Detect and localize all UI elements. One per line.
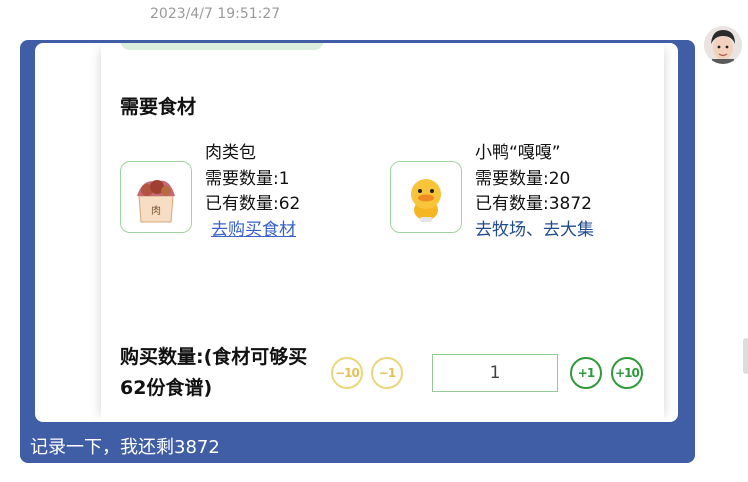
duck-icon (390, 161, 462, 233)
card-content: 需要食材 肉 肉类包 需要数量:1 已有数量:62 去购买食材 小鸭“嘎嘎” 需… (101, 43, 664, 422)
ingredient-owned: 已有数量:3872 (475, 194, 592, 214)
purchase-quantity-label: 购买数量:(食材可够买62份食谱) (120, 346, 308, 399)
recipe-card: 需要食材 肉 肉类包 需要数量:1 已有数量:62 去购买食材 小鸭“嘎嘎” 需… (35, 43, 678, 422)
section-title: 需要食材 (120, 96, 197, 118)
top-green-tab (120, 43, 324, 50)
ingredient-source-link[interactable]: 去牧场、去大集 (475, 218, 594, 244)
ingredient-required: 需要数量:1 (205, 168, 290, 189)
meat-package-icon: 肉 (120, 161, 192, 233)
minus-10-button[interactable]: −10 (331, 357, 363, 389)
plus-10-button[interactable]: +10 (611, 357, 643, 389)
quantity-input[interactable]: 1 (432, 354, 558, 392)
chat-bubble: 需要食材 肉 肉类包 需要数量:1 已有数量:62 去购买食材 小鸭“嘎嘎” 需… (20, 40, 695, 463)
ingredient-name: 小鸭“嘎嘎” (475, 143, 561, 163)
scrollbar-handle[interactable] (743, 338, 748, 374)
message-caption: 记录一下，我还剩3872 (30, 437, 220, 458)
ingredient-text: 小鸭“嘎嘎” 需要数量:20 已有数量:3872 去牧场、去大集 (475, 141, 594, 243)
user-avatar[interactable] (704, 26, 742, 64)
message-timestamp: 2023/4/7 19:51:27 (150, 6, 281, 22)
ingredient-text: 肉类包 需要数量:1 已有数量:62 去购买食材 (205, 141, 300, 243)
minus-1-button[interactable]: −1 (371, 357, 403, 389)
buy-ingredient-link[interactable]: 去购买食材 (205, 218, 300, 244)
meat-label: 肉 (151, 204, 161, 217)
ingredient-owned: 已有数量:62 (205, 194, 301, 214)
ingredient-name: 肉类包 (205, 143, 256, 163)
ingredient-required: 需要数量:20 (475, 168, 571, 189)
plus-1-button[interactable]: +1 (570, 357, 602, 389)
